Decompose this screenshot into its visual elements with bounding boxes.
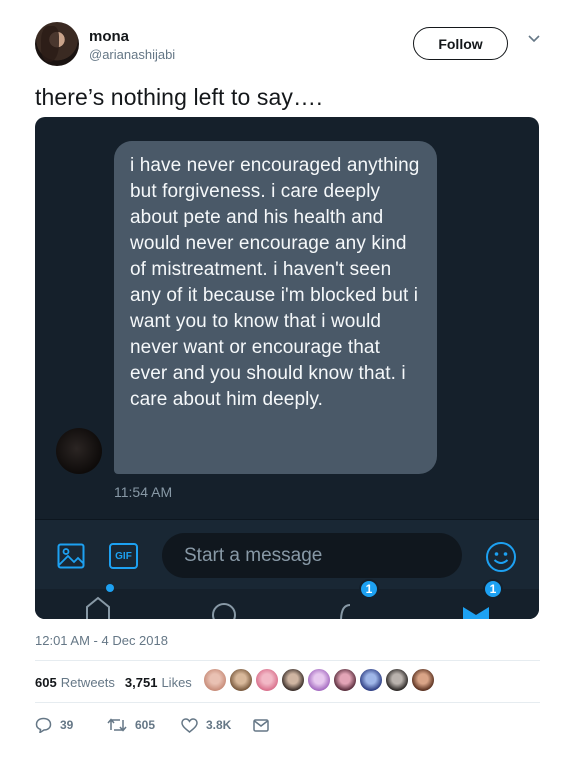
message-text: i have never encouraged anything but for… xyxy=(130,155,420,410)
liker-avatar[interactable] xyxy=(255,668,279,692)
dm-tab-bar: 1 1 xyxy=(35,579,539,619)
retweet-count: 605 xyxy=(135,718,156,732)
liker-avatar[interactable] xyxy=(229,668,253,692)
emoji-icon[interactable] xyxy=(485,541,517,573)
notifications-badge: 1 xyxy=(359,579,379,599)
liker-avatar[interactable] xyxy=(359,668,383,692)
message-composer: GIF Start a message xyxy=(35,519,539,589)
author-name[interactable]: mona xyxy=(89,28,129,45)
like-button[interactable]: 3.8K xyxy=(181,717,232,733)
author-avatar[interactable] xyxy=(35,22,79,66)
messages-icon[interactable] xyxy=(461,605,491,619)
retweets-stat[interactable]: 605 Retweets xyxy=(35,675,115,690)
envelope-icon xyxy=(253,718,269,732)
tweet-media-image[interactable]: i have never encouraged anything but for… xyxy=(35,117,539,619)
likes-label: Likes xyxy=(161,674,192,690)
liker-avatar[interactable] xyxy=(333,668,357,692)
retweet-button[interactable]: 605 xyxy=(107,717,155,733)
likes-count: 3,751 xyxy=(124,674,158,690)
message-bubble: i have never encouraged anything but for… xyxy=(114,141,437,474)
liker-avatar[interactable] xyxy=(203,668,227,692)
likes-stat[interactable]: 3,751 Likes xyxy=(125,675,192,690)
divider xyxy=(35,660,540,661)
home-notification-dot xyxy=(106,584,114,592)
liker-avatar[interactable] xyxy=(281,668,305,692)
heart-icon xyxy=(181,717,198,733)
messages-badge: 1 xyxy=(483,579,503,599)
image-icon[interactable] xyxy=(57,543,85,569)
follow-button[interactable]: Follow xyxy=(413,27,508,60)
like-count: 3.8K xyxy=(206,718,232,732)
liker-avatar[interactable] xyxy=(307,668,331,692)
direct-message-button[interactable] xyxy=(253,718,277,732)
gif-icon[interactable]: GIF xyxy=(109,543,138,569)
likers-avatars xyxy=(203,668,437,692)
liker-avatar[interactable] xyxy=(411,668,435,692)
home-icon[interactable] xyxy=(83,595,113,619)
sender-avatar xyxy=(56,428,102,474)
chevron-down-icon[interactable] xyxy=(527,32,541,46)
retweets-label: Retweets xyxy=(60,674,115,690)
reply-count: 39 xyxy=(60,718,74,732)
retweets-count: 605 xyxy=(35,674,57,690)
tweet-header: mona @arianashijabi Follow xyxy=(35,22,545,70)
reply-button[interactable]: 39 xyxy=(35,717,73,733)
message-input[interactable]: Start a message xyxy=(162,533,462,578)
tweet-text: there’s nothing left to say…. xyxy=(35,84,323,110)
author-handle[interactable]: @arianashijabi xyxy=(89,47,175,62)
tweet-stats: 605 Retweets 3,751 Likes xyxy=(35,672,202,692)
tweet-timestamp[interactable]: 12:01 AM - 4 Dec 2018 xyxy=(35,633,168,648)
reply-icon xyxy=(35,717,52,733)
message-time: 11:54 AM xyxy=(114,484,173,500)
divider xyxy=(35,702,540,703)
search-icon[interactable] xyxy=(211,601,237,619)
retweet-icon xyxy=(107,718,127,732)
notifications-icon[interactable] xyxy=(337,599,363,619)
liker-avatar[interactable] xyxy=(385,668,409,692)
